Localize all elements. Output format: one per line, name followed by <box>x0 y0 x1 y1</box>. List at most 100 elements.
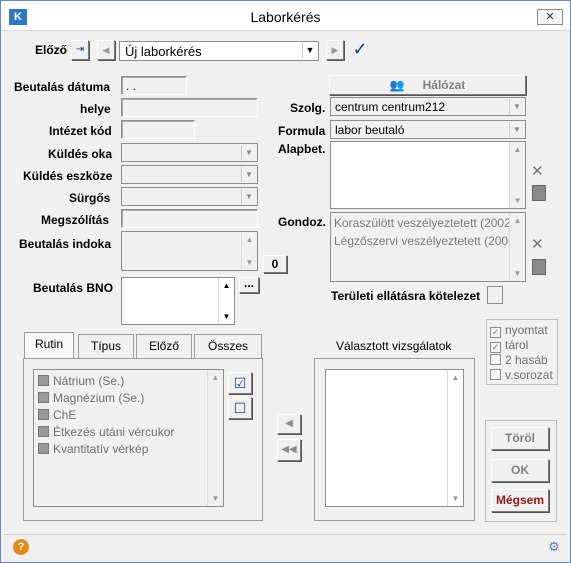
checkbox-checked-icon[interactable]: ✓ <box>490 342 501 353</box>
surgos-select[interactable]: ▼ <box>121 187 258 206</box>
torol-button[interactable]: Töröl <box>491 427 549 450</box>
chevron-down-icon[interactable]: ▼ <box>509 122 524 137</box>
chevron-down-icon[interactable]: ▼ <box>241 167 256 182</box>
chevron-down-icon[interactable]: ▼ <box>302 43 317 58</box>
beutalas-datuma-field[interactable]: . . <box>121 76 187 95</box>
halozat-button[interactable]: 👥 Hálózat <box>329 75 526 95</box>
move-left-button[interactable]: ◀ <box>277 414 301 434</box>
checkbox-icon[interactable] <box>38 426 49 437</box>
request-select[interactable]: Új laborkérés ▼ <box>119 41 319 61</box>
scrollbar[interactable]: ▲ ▼ <box>509 142 525 208</box>
gondoz-list[interactable]: Koraszülött veszélyeztetett (2002 Légzős… <box>330 212 526 282</box>
network-users-icon: 👥 <box>389 78 405 92</box>
list-item[interactable]: Kvantitatív vérkép <box>38 442 148 456</box>
prev-arrow-button[interactable]: ◀ <box>97 40 115 60</box>
list-item[interactable]: Étkezés utáni vércukor <box>38 425 174 439</box>
helye-field[interactable] <box>121 98 258 117</box>
settings-gear-icon[interactable]: ⚙ <box>546 539 562 555</box>
tab-osszes[interactable]: Összes <box>194 334 262 358</box>
scroll-down-icon[interactable]: ▼ <box>208 491 223 506</box>
beutalas-bno-list[interactable]: ▲ ▼ <box>121 277 235 325</box>
selected-list[interactable]: ▲ ▼ <box>325 369 464 507</box>
option-vsorozat[interactable]: v.sorozat <box>490 368 553 382</box>
scrollbar[interactable]: ▲ ▼ <box>447 370 463 506</box>
tab-tipus[interactable]: Típus <box>78 334 134 358</box>
deselect-all-icon[interactable]: ☐ <box>228 397 252 419</box>
select-all-icon[interactable]: ☑ <box>228 372 252 394</box>
chevron-down-icon[interactable]: ▼ <box>241 145 256 160</box>
gondoz-item[interactable]: Koraszülött veszélyeztetett (2002 <box>334 216 511 230</box>
checkmark-button[interactable]: ✓ <box>349 39 371 61</box>
option-2hasab[interactable]: 2 hasáb <box>490 353 548 367</box>
option-label: tárol <box>505 338 529 352</box>
beutalas-bno-label: Beutalás BNO <box>33 281 114 295</box>
trash-icon[interactable] <box>532 259 546 275</box>
scroll-down-icon[interactable]: ▼ <box>510 193 525 208</box>
chevron-down-icon[interactable]: ▼ <box>241 189 256 204</box>
megszolitas-field[interactable] <box>121 209 258 228</box>
option-label: v.sorozat <box>505 368 553 382</box>
checkbox-icon[interactable] <box>38 392 49 403</box>
option-label: 2 hasáb <box>505 353 548 367</box>
help-icon[interactable]: ? <box>13 539 29 555</box>
scroll-down-icon[interactable]: ▼ <box>219 309 234 324</box>
szolg-label: Szolg. <box>290 101 326 115</box>
bno-more-button[interactable]: ... <box>239 277 259 293</box>
option-tarol[interactable]: ✓ tárol <box>490 338 528 353</box>
scroll-down-icon[interactable]: ▼ <box>510 266 525 281</box>
ok-button[interactable]: OK <box>491 459 549 482</box>
checkbox-icon[interactable] <box>38 443 49 454</box>
list-item[interactable]: ChE <box>38 408 76 422</box>
options-group: ✓ nyomtat ✓ tárol 2 hasáb v.sorozat <box>486 319 558 385</box>
scrollbar[interactable]: ▲ ▼ <box>509 213 525 281</box>
scroll-up-icon[interactable]: ▲ <box>219 278 234 293</box>
kuldes-oka-select[interactable]: ▼ <box>121 143 258 162</box>
tab-elozo[interactable]: Előző <box>136 334 192 358</box>
teruleti-label: Területi ellátásra kötelezet <box>331 289 481 303</box>
alapbet-list[interactable]: ▲ ▼ <box>330 141 526 209</box>
intezet-kod-field[interactable] <box>121 120 195 139</box>
surgos-label: Sürgős <box>69 191 111 205</box>
formula-label: Formula <box>278 124 326 138</box>
halozat-label: Hálózat <box>422 78 466 92</box>
test-label: Magnézium (Se.) <box>53 391 145 405</box>
formula-select[interactable]: labor beutaló ▼ <box>330 120 526 139</box>
chevron-down-icon[interactable]: ▼ <box>509 99 524 114</box>
checkbox-icon[interactable] <box>38 375 49 386</box>
scroll-up-icon[interactable]: ▲ <box>208 370 223 385</box>
kuldes-eszkoze-select[interactable]: ▼ <box>121 165 258 184</box>
gondoz-item[interactable]: Légzőszervi veszélyeztetett (2006 <box>334 234 515 248</box>
list-item[interactable]: Magnézium (Se.) <box>38 391 144 405</box>
scroll-down-icon[interactable]: ▼ <box>448 491 463 506</box>
scrollbar[interactable]: ▲ ▼ <box>218 278 234 324</box>
remove-x-icon[interactable]: ✕ <box>531 237 547 254</box>
tests-list[interactable]: Nátrium (Se.) Magnézium (Se.) ChE Étkezé… <box>33 369 224 507</box>
indoka-counter-button[interactable]: 0 <box>263 255 287 273</box>
checkbox-icon[interactable] <box>490 354 501 365</box>
scrollbar[interactable]: ▲ ▼ <box>207 370 223 506</box>
scroll-down-icon[interactable]: ▼ <box>242 255 257 270</box>
next-arrow-button[interactable]: ▶ <box>326 40 344 60</box>
szolg-select[interactable]: centrum centrum212 ▼ <box>330 97 526 116</box>
scrollbar[interactable]: ▲ ▼ <box>241 232 257 270</box>
move-all-left-button[interactable]: ◀◀ <box>277 439 301 461</box>
trash-icon[interactable] <box>532 185 546 201</box>
option-nyomtat[interactable]: ✓ nyomtat <box>490 323 548 338</box>
checkbox-icon[interactable] <box>490 369 501 380</box>
import-icon[interactable]: ⇥ <box>71 40 89 60</box>
request-select-value: Új laborkérés <box>125 44 202 59</box>
remove-x-icon[interactable]: ✕ <box>531 164 547 181</box>
scroll-up-icon[interactable]: ▲ <box>242 232 257 247</box>
list-item[interactable]: Nátrium (Se.) <box>38 374 124 388</box>
megsem-button[interactable]: Mégsem <box>491 489 549 512</box>
selected-panel: ▲ ▼ <box>314 358 475 521</box>
checkbox-icon[interactable] <box>38 409 49 420</box>
beutalas-indoka-textarea[interactable]: ▲ ▼ <box>121 231 258 271</box>
checkbox-checked-icon[interactable]: ✓ <box>490 327 501 338</box>
scroll-up-icon[interactable]: ▲ <box>510 142 525 157</box>
close-button[interactable]: ✕ <box>537 9 563 25</box>
tab-rutin[interactable]: Rutin <box>24 332 74 359</box>
teruleti-checkbox[interactable] <box>487 286 503 304</box>
scroll-up-icon[interactable]: ▲ <box>448 370 463 385</box>
scroll-up-icon[interactable]: ▲ <box>510 213 525 228</box>
